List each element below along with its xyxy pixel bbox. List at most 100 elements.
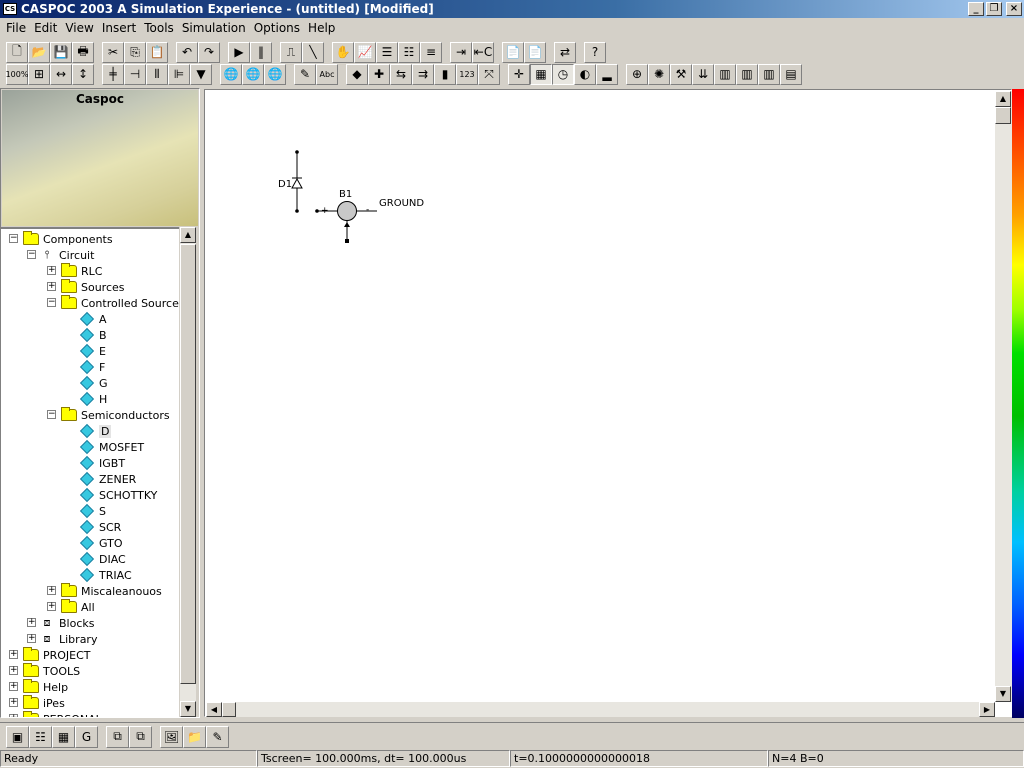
edit-icon[interactable]: ✎ [206, 725, 229, 748]
expand-icon[interactable]: + [9, 650, 18, 659]
block-icon[interactable]: ▮ [434, 63, 456, 85]
tree-item-d[interactable]: D [79, 423, 112, 439]
image-icon[interactable]: 🖼 [160, 725, 183, 748]
pencil-icon[interactable]: ✎ [294, 63, 316, 85]
rotate-icon[interactable]: ✺ [648, 63, 670, 85]
tools-icon[interactable]: ⚒ [670, 63, 692, 85]
tree-item-igbt[interactable]: IGBT [79, 455, 125, 471]
tree-scrollbar[interactable]: ▲ ▼ [179, 227, 196, 717]
collapse-icon[interactable]: − [47, 298, 56, 307]
vresize-icon[interactable]: ↕ [72, 63, 94, 85]
mirror-icon[interactable]: ⇉ [412, 63, 434, 85]
bars-icon[interactable]: ▂ [596, 63, 618, 85]
save-icon[interactable]: 💾 [50, 41, 72, 63]
collapse-icon[interactable]: − [9, 234, 18, 243]
list-icon[interactable]: ☰ [376, 41, 398, 63]
menu-tools[interactable]: Tools [140, 21, 178, 35]
tree-item-b[interactable]: B [79, 327, 107, 343]
tree-item-personal[interactable]: PERSONAL [23, 711, 102, 717]
minimize-button[interactable]: _ [968, 2, 984, 16]
tree-item-scr[interactable]: SCR [79, 519, 121, 535]
menu-edit[interactable]: Edit [30, 21, 61, 35]
collapse-icon[interactable]: − [27, 250, 36, 259]
tree-item-gto[interactable]: GTO [79, 535, 123, 551]
open-icon[interactable]: 📂 [28, 41, 50, 63]
link-icon[interactable]: ⇄ [554, 41, 576, 63]
close-button[interactable]: × [1006, 2, 1022, 16]
globe-icon[interactable]: 🌐 [220, 63, 242, 85]
expand-icon[interactable]: + [27, 634, 36, 643]
refresh-icon[interactable]: G [75, 725, 98, 748]
tree-item-zener[interactable]: ZENER [79, 471, 136, 487]
schematic-canvas[interactable]: D1 B1 + - GROUND [204, 89, 1012, 717]
undo-icon[interactable]: ↶ [176, 41, 198, 63]
resistor-icon[interactable]: ⊣ [124, 63, 146, 85]
paste-icon[interactable]: 📋 [146, 41, 168, 63]
tree-item-semiconductors[interactable]: Semiconductors [61, 407, 170, 423]
menu-help[interactable]: Help [304, 21, 339, 35]
list2-icon[interactable]: ☷ [398, 41, 420, 63]
tree-item-a[interactable]: A [79, 311, 107, 327]
sort-icon[interactable]: ⇊ [692, 63, 714, 85]
expand-icon[interactable]: + [47, 282, 56, 291]
counter-icon[interactable]: 123 [456, 63, 478, 85]
chip3-icon[interactable]: ▥ [758, 63, 780, 85]
chip-icon[interactable]: ▥ [714, 63, 736, 85]
tree-item-library[interactable]: ⧈ Library [41, 631, 98, 647]
chip-icon[interactable]: ▦ [52, 725, 75, 748]
redo-icon[interactable]: ↷ [198, 41, 220, 63]
chip2-icon[interactable]: ▥ [736, 63, 758, 85]
help-icon[interactable]: ? [584, 41, 606, 63]
globe3-icon[interactable]: 🌐 [264, 63, 286, 85]
arrow-right-icon[interactable]: ⇥ [450, 41, 472, 63]
run-icon[interactable]: ▶ [228, 41, 250, 63]
tree-scroll-thumb[interactable] [180, 244, 196, 684]
fit-icon[interactable]: ⊕ [626, 63, 648, 85]
tree-item-all[interactable]: All [61, 599, 95, 615]
tree-item-s[interactable]: S [79, 503, 106, 519]
menu-file[interactable]: File [2, 21, 30, 35]
flip-icon[interactable]: ⇆ [390, 63, 412, 85]
tree-item-circuit[interactable]: ⫯ Circuit [41, 247, 95, 263]
hresize-icon[interactable]: ↔ [50, 63, 72, 85]
pause-icon[interactable]: ‖ [250, 41, 272, 63]
tree-item-components[interactable]: Components [23, 231, 113, 247]
wire-icon[interactable]: ⤧ [478, 63, 500, 85]
text-icon[interactable]: Abc [316, 63, 338, 85]
tree-item-sources[interactable]: Sources [61, 279, 125, 295]
expand-icon[interactable]: + [47, 266, 56, 275]
expand-icon[interactable]: + [9, 698, 18, 707]
graph-icon[interactable]: 📈 [354, 41, 376, 63]
canvas-vscroll-thumb[interactable] [995, 107, 1011, 124]
tree-item-diac[interactable]: DIAC [79, 551, 126, 567]
module-icon[interactable]: ▣ [6, 725, 29, 748]
doc-icon[interactable]: 📄 [502, 41, 524, 63]
tree-item-ipes[interactable]: iPes [23, 695, 65, 711]
copy-icon[interactable]: ⎘ [124, 41, 146, 63]
new-icon[interactable]: 🗋 [6, 41, 28, 63]
table-icon[interactable]: ▤ [780, 63, 802, 85]
tree-scroll-down-button[interactable]: ▼ [180, 701, 196, 717]
expand-icon[interactable]: + [47, 602, 56, 611]
clock-icon[interactable]: ◷ [552, 63, 574, 85]
expand-icon[interactable]: + [27, 618, 36, 627]
folder-icon[interactable]: 📁 [183, 725, 206, 748]
component-tree[interactable]: − Components − ⫯ Circuit + RLC + Sources − Control… [1, 227, 179, 717]
globe2-icon[interactable]: 🌐 [242, 63, 264, 85]
menu-insert[interactable]: Insert [98, 21, 140, 35]
junction-icon[interactable]: ✛ [508, 63, 530, 85]
canvas-scroll-up-button[interactable]: ▲ [995, 91, 1011, 107]
restore-button[interactable]: ❐ [986, 2, 1002, 16]
tree-item-project[interactable]: PROJECT [23, 647, 91, 663]
canvas-scroll-down-button[interactable]: ▼ [995, 686, 1011, 702]
schematic-icon[interactable]: ☷ [29, 725, 52, 748]
menu-view[interactable]: View [61, 21, 97, 35]
diode-d1[interactable] [291, 150, 303, 213]
tree-scroll-up-button[interactable]: ▲ [180, 227, 196, 243]
tree-item-triac[interactable]: TRIAC [79, 567, 132, 583]
arrow-c-icon[interactable]: ⇤C [472, 41, 494, 63]
zoomfit-icon[interactable]: ⊞ [28, 63, 50, 85]
tree-item-h[interactable]: H [79, 391, 107, 407]
tree-item-help[interactable]: Help [23, 679, 68, 695]
capacitor-icon[interactable]: ⊫ [168, 63, 190, 85]
